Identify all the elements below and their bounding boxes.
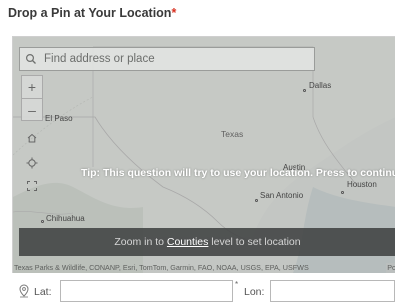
fullscreen-icon — [27, 181, 37, 191]
map-label-city: Dallas — [309, 81, 332, 90]
zoom-out-button[interactable]: – — [22, 98, 42, 121]
locate-button[interactable] — [21, 152, 43, 174]
zoom-banner-suffix: level to set location — [211, 236, 301, 248]
powered-by-link[interactable]: Po — [386, 263, 395, 273]
map-view[interactable]: + – Dallas El Paso Texas Austin Houston … — [12, 36, 395, 273]
city-marker — [255, 199, 258, 202]
home-button[interactable] — [21, 127, 43, 149]
map-label-city: El Paso — [45, 114, 73, 123]
zoom-banner-prefix: Zoom in to — [114, 236, 164, 248]
city-marker — [341, 191, 344, 194]
counties-link[interactable]: Counties — [167, 236, 208, 248]
map-label-city: Chihuahua — [46, 214, 85, 223]
map-label-city: Houston — [347, 180, 377, 189]
zoom-in-button[interactable]: + — [22, 76, 42, 98]
minus-icon: – — [28, 102, 36, 118]
longitude-field[interactable] — [270, 280, 395, 302]
city-marker — [303, 89, 306, 92]
search-input[interactable] — [42, 53, 294, 65]
search-icon[interactable] — [20, 48, 42, 70]
map-label-city: San Antonio — [260, 191, 304, 200]
map-label-state: Texas — [221, 129, 244, 139]
attribution-text: Texas Parks & Wildlife, CONANP, Esri, To… — [14, 263, 309, 272]
latitude-field[interactable] — [60, 280, 233, 302]
locate-icon — [26, 157, 38, 169]
home-icon — [27, 133, 37, 143]
pin-icon — [19, 284, 29, 298]
latitude-input[interactable] — [61, 281, 232, 301]
question-title: Drop a Pin at Your Location* — [8, 6, 176, 20]
latitude-required-mark: * — [235, 280, 239, 289]
latitude-label: Lat: — [34, 286, 52, 298]
question-title-text: Drop a Pin at Your Location — [8, 6, 172, 20]
longitude-label: Lon: — [244, 286, 265, 298]
map-search-box[interactable] — [19, 47, 315, 71]
location-tip[interactable]: Tip: This question will try to use your … — [81, 167, 395, 179]
city-marker — [41, 220, 44, 223]
coordinates-row: Lat: * Lon: — [12, 278, 395, 306]
zoom-level-banner: Zoom in to Counties level to set locatio… — [19, 228, 395, 256]
map-attribution: Texas Parks & Wildlife, CONANP, Esri, To… — [13, 263, 395, 273]
fullscreen-button[interactable] — [21, 175, 43, 197]
zoom-controls: + – — [21, 75, 43, 121]
plus-icon: + — [27, 79, 37, 95]
required-mark: * — [171, 6, 177, 20]
longitude-input[interactable] — [271, 281, 394, 301]
